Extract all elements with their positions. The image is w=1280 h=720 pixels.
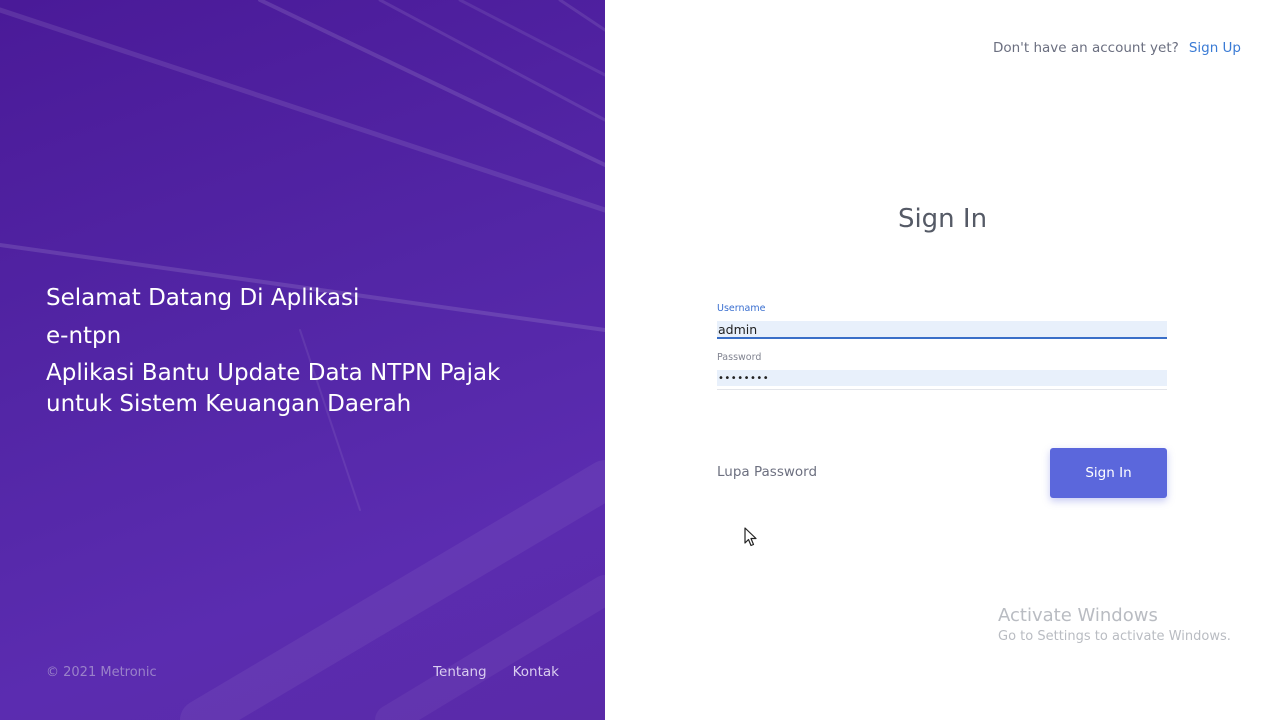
password-label: Password bbox=[717, 352, 762, 363]
mouse-pointer-icon bbox=[744, 527, 758, 551]
welcome-panel: Selamat Datang Di Aplikasi e-ntpn Aplika… bbox=[0, 0, 605, 720]
username-field-group: Username bbox=[717, 303, 1167, 339]
page-title: Sign In bbox=[897, 204, 988, 234]
left-footer: © 2021 Metronic Tentang Kontak bbox=[46, 662, 559, 682]
app-description-line2: untuk Sistem Keuangan Daerah bbox=[46, 391, 412, 417]
app-description: Aplikasi Bantu Update Data NTPN Pajak un… bbox=[46, 358, 586, 420]
footer-link-kontak[interactable]: Kontak bbox=[513, 664, 559, 680]
footer-link-tentang[interactable]: Tentang bbox=[433, 664, 487, 680]
signup-question: Don't have an account yet? bbox=[992, 40, 1179, 56]
forgot-password-link[interactable]: Lupa Password bbox=[717, 464, 817, 480]
watermark-title: Activate Windows bbox=[998, 605, 1158, 626]
signup-prompt: Don't have an account yet? Sign Up bbox=[993, 40, 1241, 56]
username-underline bbox=[717, 337, 1167, 339]
signin-button[interactable]: Sign In bbox=[1050, 448, 1167, 498]
watermark-subtitle: Go to Settings to activate Windows. bbox=[998, 629, 1231, 644]
password-input[interactable] bbox=[717, 370, 1167, 386]
signup-link[interactable]: Sign Up bbox=[1189, 40, 1241, 56]
footer-links: Tentang Kontak bbox=[433, 664, 559, 680]
welcome-text-block: Selamat Datang Di Aplikasi e-ntpn Aplika… bbox=[46, 282, 586, 420]
signin-form: Username Password bbox=[717, 303, 1167, 390]
username-input[interactable] bbox=[717, 321, 1167, 337]
password-field-group: Password bbox=[717, 352, 1167, 390]
password-underline bbox=[717, 389, 1167, 390]
signin-panel: Don't have an account yet? Sign Up Sign … bbox=[605, 0, 1280, 720]
activate-windows-watermark: Activate Windows Go to Settings to activ… bbox=[998, 604, 1231, 646]
form-actions: Lupa Password Sign In bbox=[717, 448, 1167, 498]
username-label: Username bbox=[717, 303, 766, 314]
welcome-heading: Selamat Datang Di Aplikasi bbox=[46, 285, 360, 311]
app-description-line1: Aplikasi Bantu Update Data NTPN Pajak bbox=[46, 360, 501, 386]
app-name: e-ntpn bbox=[46, 323, 122, 349]
copyright-text: © 2021 Metronic bbox=[46, 664, 157, 680]
login-page: Selamat Datang Di Aplikasi e-ntpn Aplika… bbox=[0, 0, 1280, 720]
